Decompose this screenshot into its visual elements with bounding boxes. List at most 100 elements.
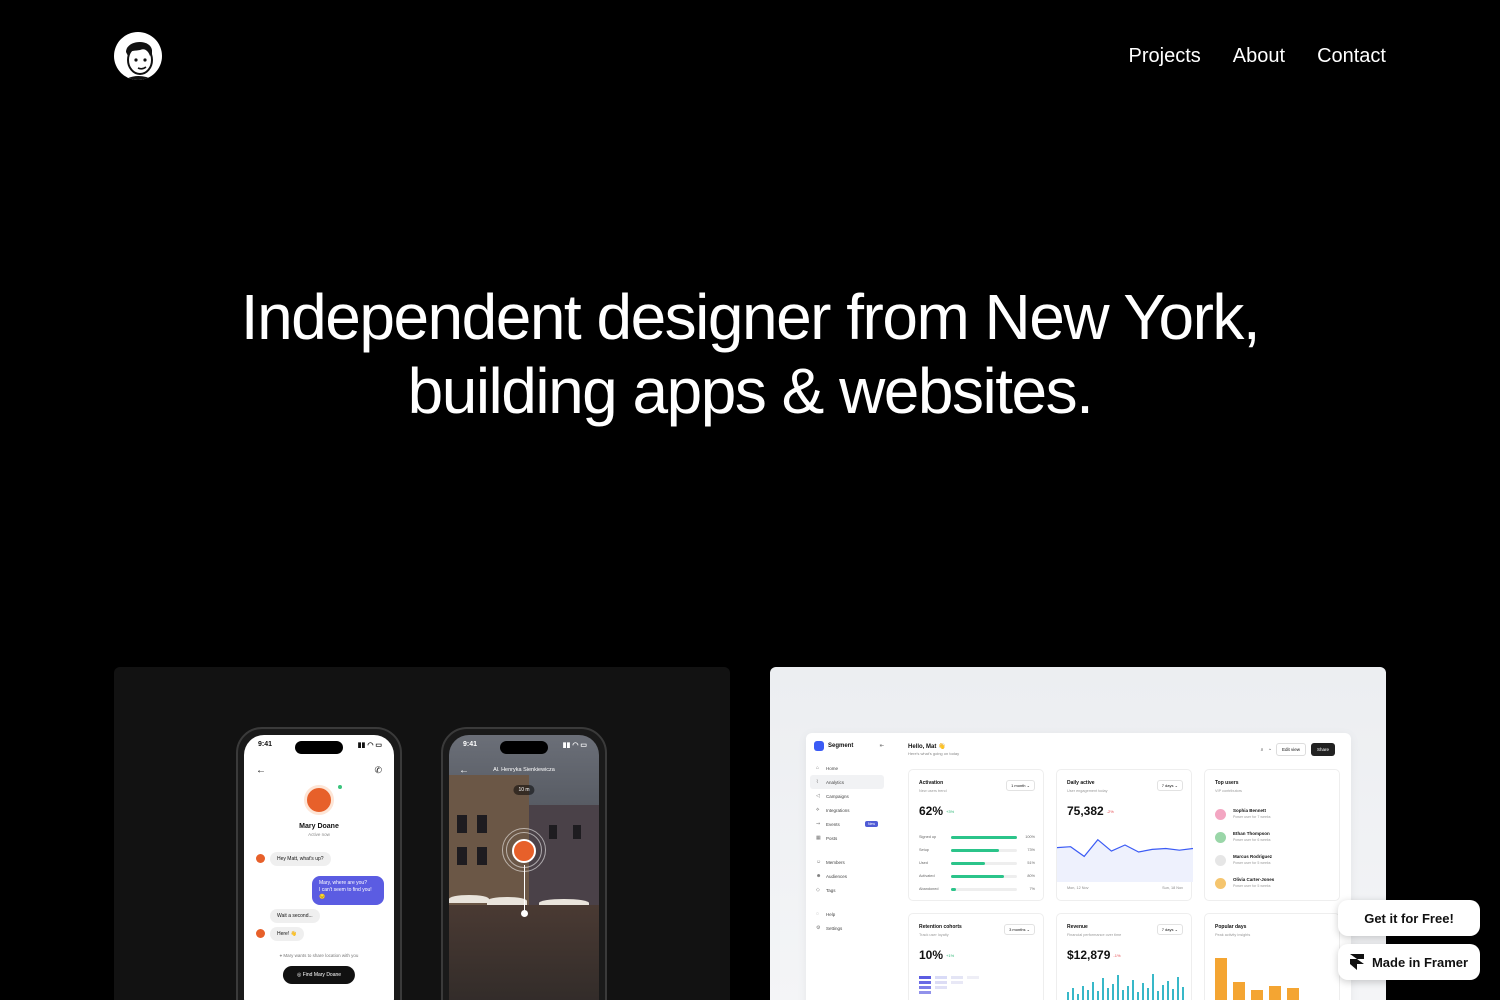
sidebar-item-members[interactable]: ☺ Members — [810, 855, 884, 869]
revenue-bar — [1172, 989, 1174, 1000]
message-bubble-out: Mary, where are you? I can't seem to fin… — [312, 876, 384, 905]
funnel-track — [951, 861, 1017, 865]
status-time: 9:41 — [258, 741, 273, 748]
get-it-free-button[interactable]: Get it for Free! — [1338, 900, 1480, 936]
user-row[interactable]: Sophia Bennett Power user for 7 weeks — [1215, 808, 1331, 822]
contact-name: Mary Doane — [299, 823, 339, 830]
user-name: Sophia Bennett — [1233, 808, 1267, 813]
funnel-label: Used — [919, 861, 928, 865]
tile-subtitle: VIP contributors — [1215, 789, 1242, 793]
funnel-track — [951, 887, 1017, 891]
sidebar-divider — [810, 897, 884, 907]
sidebar-item-label: Members — [826, 859, 845, 865]
tile-subtitle: User engagement today — [1067, 789, 1108, 793]
sidebar-item-audiences[interactable]: ☻ Audiences — [810, 869, 884, 883]
sidebar-item-label: Analytics — [826, 779, 845, 785]
edit-view-button[interactable]: Edit view — [1275, 743, 1306, 756]
message-avatar — [256, 854, 265, 863]
sidebar-item-help[interactable]: ◌ Help — [810, 907, 884, 921]
sidebar-item-integrations[interactable]: ⟡ Integrations — [810, 803, 884, 817]
brand-name: Segment — [828, 743, 854, 749]
user-row[interactable]: Ethan Thompson Power user for 6 weeks — [1215, 831, 1331, 845]
axis-end-label: Sun, 18 Nov — [1162, 886, 1183, 890]
nav-contact-link[interactable]: Contact — [1317, 44, 1386, 68]
user-row[interactable]: Marcus Rodriguez Power user for 5 weeks — [1215, 854, 1331, 868]
find-contact-button[interactable]: ◎ Find Mary Doane — [282, 966, 356, 984]
funnel-label: Signed up — [919, 835, 937, 839]
status-bar: 9:41 ▮▮ ◠ ▭ — [258, 741, 382, 749]
revenue-bar — [1087, 990, 1089, 1000]
sidebar-item-settings[interactable]: ⚙ Settings — [810, 921, 884, 935]
contact-avatar — [304, 785, 334, 815]
nav-projects-link[interactable]: Projects — [1129, 44, 1201, 68]
period-select[interactable]: 1 month ⌄ — [1006, 780, 1035, 791]
top-users-tile: Top users VIP contributors Sophia Bennet… — [1204, 769, 1340, 901]
delta-badge: +3% — [946, 809, 955, 815]
retention-cohort-grid — [919, 976, 979, 994]
message-text: Mary, where are you? — [319, 880, 367, 886]
project-card-dashboard[interactable]: Segment ⇤ ⌂ Home ⌇ Analytics ◁ Campaigns ⟡ I… — [770, 667, 1386, 1000]
delta-badge: -1% — [1113, 953, 1121, 959]
user-name: Ethan Thompson — [1233, 831, 1270, 836]
sidebar-item-posts[interactable]: ▦ Posts — [810, 831, 884, 845]
sidebar-item-label: Home — [826, 765, 839, 771]
retention-tile: Retention cohorts Track user loyalty 3 m… — [908, 913, 1044, 1000]
sidebar-item-label: Settings — [826, 925, 843, 931]
revenue-bar — [1132, 980, 1134, 1000]
chevron-down-icon: ⌄ — [1026, 783, 1030, 788]
hero-heading: Independent designer from New York, buil… — [0, 280, 1500, 428]
online-indicator — [338, 785, 342, 789]
collapse-icon: ⇤ — [879, 743, 884, 749]
period-select[interactable]: 3 months ⌄ — [1004, 924, 1035, 935]
funnel-fill — [951, 861, 985, 865]
avatar-logo[interactable] — [114, 32, 162, 80]
sidebar-item-events[interactable]: ⇝ Events New — [810, 817, 884, 831]
funnel-fill — [951, 887, 956, 891]
funnel-value: 7% — [1029, 887, 1036, 891]
search-icon[interactable]: ⌕ — [1261, 747, 1264, 752]
dashboard-toolbar: ⌕ ◔ Edit view Share — [1261, 743, 1335, 756]
revenue-bar — [1082, 986, 1084, 1000]
project-card-chat-app[interactable]: 9:41 ▮▮ ◠ ▭ ← ✆ Mary Doane Active now He… — [114, 667, 730, 1000]
message-text: I can't seem to find you! 😔 — [319, 887, 372, 900]
funnel-row: Activated 80% — [919, 873, 1035, 879]
period-select[interactable]: 7 days ⌄ — [1156, 924, 1183, 935]
activation-value: 62% — [919, 804, 944, 818]
hero-line-1: Independent designer from New York, — [240, 281, 1261, 353]
phone-chat-screen: 9:41 ▮▮ ◠ ▭ ← ✆ Mary Doane Active now He… — [244, 735, 394, 1000]
window-image — [549, 825, 557, 839]
gear-icon: ⚙ — [816, 925, 821, 931]
events-icon: ⇝ — [816, 821, 821, 827]
funnel-label: Abandoned — [919, 887, 939, 891]
sidebar-item-label: Campaigns — [826, 793, 849, 799]
notification-icon[interactable]: ◔ — [1268, 747, 1271, 752]
revenue-bar — [1092, 982, 1094, 1000]
dashboard-main: Hello, Mat 👋 Here's what's going on toda… — [902, 733, 1343, 1000]
nav-about-link[interactable]: About — [1233, 44, 1285, 68]
share-button[interactable]: Share — [1310, 743, 1335, 756]
tile-value: $12,879 -1% — [1067, 948, 1121, 962]
funnel-track — [951, 874, 1017, 878]
period-select[interactable]: 7 days ⌄ — [1156, 780, 1183, 791]
share-location-note: ⌖ Mary wants to share location with you — [244, 953, 394, 958]
sidebar-item-analytics[interactable]: ⌇ Analytics — [810, 775, 884, 789]
window-image — [477, 815, 487, 833]
message-avatar — [256, 929, 265, 938]
sidebar-item-home[interactable]: ⌂ Home — [810, 761, 884, 775]
revenue-tile: Revenue Financial performance over time … — [1056, 913, 1192, 1000]
funnel-track — [951, 835, 1017, 839]
revenue-bar — [1107, 988, 1109, 1000]
sidebar-item-label: Posts — [826, 835, 838, 841]
status-time: 9:41 — [463, 741, 478, 748]
sidebar-item-campaigns[interactable]: ◁ Campaigns — [810, 789, 884, 803]
revenue-bar — [1102, 978, 1104, 1000]
funnel-value: 100% — [1025, 835, 1035, 839]
sidebar-item-tags[interactable]: ◇ Tags — [810, 883, 884, 897]
funnel-fill — [951, 835, 1017, 839]
daily-active-tile: Daily active User engagement today 7 day… — [1056, 769, 1193, 901]
day-bar — [1269, 986, 1281, 1000]
user-row[interactable]: Olivia Carter-Jones Power user for 5 week… — [1215, 877, 1331, 891]
message-bubble: Here! 👋 — [270, 927, 304, 941]
made-in-framer-badge[interactable]: Made in Framer — [1338, 944, 1480, 980]
analytics-icon: ⌇ — [816, 779, 819, 785]
